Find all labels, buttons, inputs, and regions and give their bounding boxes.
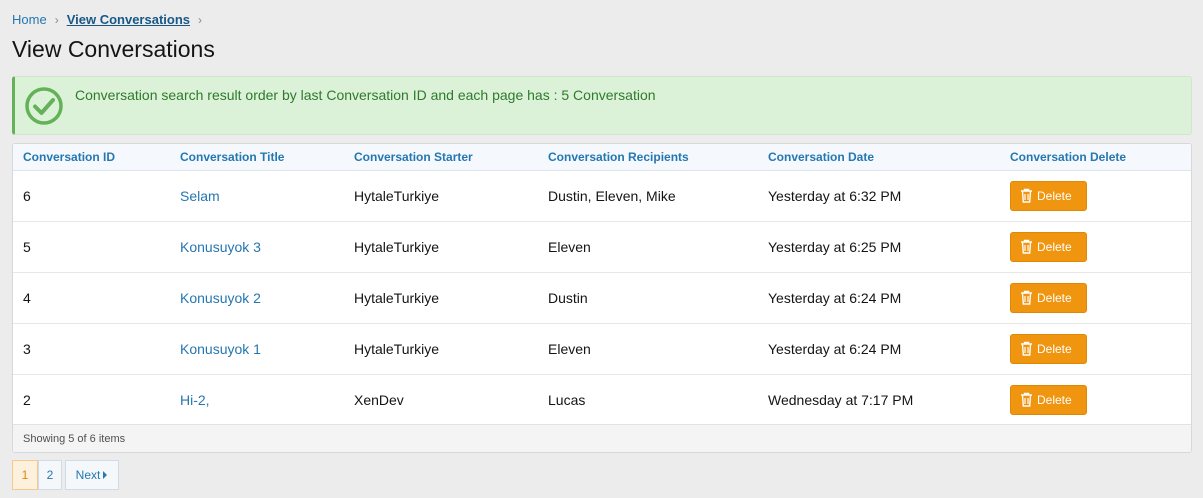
conversation-delete-cell: Delete <box>1010 170 1191 222</box>
conversation-delete-cell: Delete <box>1010 272 1191 324</box>
conversation-delete-cell: Delete <box>1010 323 1191 375</box>
conversation-date-cell: Yesterday at 6:25 PM <box>768 221 1010 273</box>
delete-label: Delete <box>1037 239 1072 254</box>
chevron-right-icon: › <box>198 12 202 27</box>
delete-button[interactable]: Delete <box>1010 384 1087 415</box>
conversation-delete-cell: Delete <box>1010 221 1191 273</box>
conversation-id-cell: 3 <box>13 323 180 375</box>
header-conversation-starter[interactable]: Conversation Starter <box>354 144 548 171</box>
conversation-id-cell: 6 <box>13 170 180 222</box>
table-row: 3 Konusuyok 1 HytaleTurkiye Eleven Yesterday… <box>13 323 1191 375</box>
page-2-button[interactable]: 2 <box>38 460 62 490</box>
trash-icon <box>1021 188 1032 203</box>
table-row: 6 Selam HytaleTurkiye Dustin, Eleven, Mike Y… <box>13 170 1191 222</box>
check-circle-icon <box>25 87 63 125</box>
conversation-title-cell: Selam <box>180 170 354 222</box>
caret-right-icon <box>103 471 108 479</box>
header-conversation-recipients[interactable]: Conversation Recipients <box>548 144 768 171</box>
delete-button[interactable]: Delete <box>1010 231 1087 262</box>
conversation-date-cell: Yesterday at 6:24 PM <box>768 323 1010 375</box>
delete-button[interactable]: Delete <box>1010 282 1087 313</box>
conversation-title-cell: Hi-2, <box>180 374 354 426</box>
pagination: 1 2 Next <box>12 460 119 490</box>
breadcrumb: Home › View Conversations › <box>12 12 210 27</box>
conversation-title-link[interactable]: Selam <box>180 188 220 204</box>
conversation-date-cell: Yesterday at 6:32 PM <box>768 170 1010 222</box>
conversation-recipients-cell: Lucas <box>548 374 768 426</box>
next-page-button[interactable]: Next <box>65 460 119 490</box>
chevron-right-icon: › <box>54 12 59 27</box>
conversation-delete-cell: Delete <box>1010 374 1191 426</box>
delete-label: Delete <box>1037 392 1072 407</box>
header-conversation-id[interactable]: Conversation ID <box>13 144 180 171</box>
conversations-table-block: Conversation ID Conversation Title Conve… <box>12 143 1192 453</box>
header-conversation-delete[interactable]: Conversation Delete <box>1010 144 1191 171</box>
table-header-row: Conversation ID Conversation Title Conve… <box>13 144 1191 171</box>
conversation-id-cell: 2 <box>13 374 180 426</box>
conversation-date-cell: Yesterday at 6:24 PM <box>768 272 1010 324</box>
breadcrumb-home-link[interactable]: Home <box>12 12 47 27</box>
conversation-starter-cell: HytaleTurkiye <box>354 272 548 324</box>
page-1-button[interactable]: 1 <box>12 460 38 490</box>
conversation-recipients-cell: Dustin, Eleven, Mike <box>548 170 768 222</box>
page-title: View Conversations <box>12 36 215 62</box>
conversation-title-link[interactable]: Konusuyok 3 <box>180 239 261 255</box>
conversation-id-cell: 4 <box>13 272 180 324</box>
success-alert: Conversation search result order by last… <box>12 76 1192 135</box>
delete-label: Delete <box>1037 341 1072 356</box>
table-row: 4 Konusuyok 2 HytaleTurkiye Dustin Yesterday… <box>13 272 1191 324</box>
trash-icon <box>1021 392 1032 407</box>
next-label: Next <box>75 468 101 482</box>
conversation-starter-cell: HytaleTurkiye <box>354 170 548 222</box>
trash-icon <box>1021 290 1032 305</box>
conversation-starter-cell: HytaleTurkiye <box>354 323 548 375</box>
delete-button[interactable]: Delete <box>1010 333 1087 364</box>
conversation-date-cell: Wednesday at 7:17 PM <box>768 374 1010 426</box>
trash-icon <box>1021 239 1032 254</box>
trash-icon <box>1021 341 1032 356</box>
conversation-title-link[interactable]: Konusuyok 1 <box>180 341 261 357</box>
delete-label: Delete <box>1037 290 1072 305</box>
conversation-starter-cell: XenDev <box>354 374 548 426</box>
table-footer: Showing 5 of 6 items <box>13 424 1191 452</box>
conversation-title-cell: Konusuyok 1 <box>180 323 354 375</box>
breadcrumb-current-link[interactable]: View Conversations <box>67 12 190 27</box>
conversation-title-link[interactable]: Konusuyok 2 <box>180 290 261 306</box>
conversation-starter-cell: HytaleTurkiye <box>354 221 548 273</box>
conversation-recipients-cell: Eleven <box>548 221 768 273</box>
conversations-table: Conversation ID Conversation Title Conve… <box>13 144 1191 426</box>
delete-label: Delete <box>1037 188 1072 203</box>
conversation-recipients-cell: Dustin <box>548 272 768 324</box>
conversation-title-cell: Konusuyok 3 <box>180 221 354 273</box>
delete-button[interactable]: Delete <box>1010 180 1087 211</box>
table-row: 2 Hi-2, XenDev Lucas Wednesday at 7:17 PM Del… <box>13 374 1191 426</box>
table-row: 5 Konusuyok 3 HytaleTurkiye Eleven Yesterday… <box>13 221 1191 273</box>
conversation-recipients-cell: Eleven <box>548 323 768 375</box>
conversation-id-cell: 5 <box>13 221 180 273</box>
header-conversation-date[interactable]: Conversation Date <box>768 144 1010 171</box>
header-conversation-title[interactable]: Conversation Title <box>180 144 354 171</box>
conversation-title-cell: Konusuyok 2 <box>180 272 354 324</box>
alert-message: Conversation search result order by last… <box>75 87 656 103</box>
conversation-title-link[interactable]: Hi-2, <box>180 392 210 408</box>
